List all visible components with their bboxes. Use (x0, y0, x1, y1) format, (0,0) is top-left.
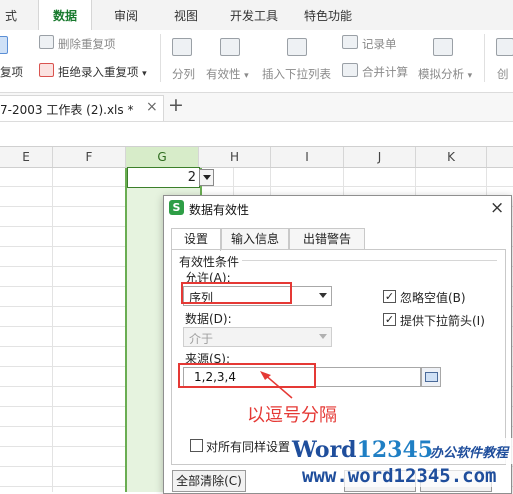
annotation-text: 以逗号分隔 (247, 405, 337, 426)
column-header-row: E F G H I J K (0, 146, 513, 168)
reject-duplicates-button[interactable]: 拒绝录入重复项 ▾ (58, 64, 147, 80)
watermark-brand-b: 12345 (356, 437, 434, 463)
record-form-button[interactable]: 记录单 (362, 36, 397, 52)
apply-all-checkbox[interactable] (190, 439, 203, 452)
dropdown-arrow-label: 提供下拉箭头(I) (400, 314, 485, 328)
wps-spreadsheet-icon: S (169, 200, 184, 215)
highlight-duplicates-button[interactable]: 复项 (0, 64, 23, 80)
tab-error-alert[interactable]: 出错警告 (289, 228, 365, 250)
column-header-g[interactable]: G (126, 147, 199, 167)
consolidate-icon (342, 63, 358, 77)
chevron-down-icon (203, 175, 211, 180)
watermark-url: www.word12345.com (302, 465, 497, 487)
simulation-button[interactable]: 模拟分析 ▾ (418, 66, 472, 82)
chevron-down-icon: ▾ (142, 69, 147, 79)
watermark-brand-a: Word (292, 437, 357, 463)
ignore-blank-checkbox[interactable]: ✓ (383, 290, 396, 303)
validity-button[interactable]: 有效性 ▾ (206, 66, 249, 82)
split-icon (172, 38, 192, 56)
record-form-icon (342, 35, 358, 49)
highlight-box (181, 282, 292, 304)
tab-settings[interactable]: 设置 (171, 228, 221, 251)
tab-partial[interactable]: 式 (0, 0, 22, 30)
remove-duplicates-icon (39, 35, 54, 49)
create-group-icon (496, 38, 513, 56)
validity-label: 有效性 (206, 67, 241, 81)
data-select[interactable]: 介于 (183, 327, 332, 347)
cell-dropdown-button[interactable] (199, 169, 214, 186)
validity-icon (220, 38, 240, 56)
apply-all-label: 对所有同样设置 (206, 440, 291, 454)
data-select-value: 介于 (189, 332, 214, 346)
watermark-logo: Word12345 办公软件教程 www.word12345.com (290, 435, 513, 492)
column-header-k[interactable]: K (416, 147, 487, 167)
close-icon[interactable]: × (490, 198, 504, 218)
watermark-brand: Word12345 (292, 437, 433, 463)
tab-data[interactable]: 数据 (38, 0, 92, 30)
create-group-button[interactable]: 创 (497, 66, 509, 82)
document-tab[interactable]: 7-2003 工作表 (2).xls * × (0, 95, 164, 121)
data-label: 数据(D): (185, 312, 232, 326)
highlight-duplicates-icon (0, 36, 8, 54)
close-icon[interactable]: × (146, 99, 158, 115)
dialog-title-bar: S 数据有效性 × (164, 196, 511, 220)
chevron-down-icon (319, 293, 327, 298)
add-tab-icon[interactable]: + (168, 94, 184, 116)
column-header-h[interactable]: H (199, 147, 271, 167)
tab-review[interactable]: 审阅 (104, 0, 148, 30)
range-picker-icon (425, 372, 438, 382)
insert-dropdown-button[interactable]: 插入下拉列表 (262, 66, 331, 82)
range-picker-button[interactable] (421, 367, 441, 387)
grid-line (52, 146, 53, 492)
simulation-icon (433, 38, 453, 56)
active-cell-value: 2 (187, 170, 196, 185)
consolidate-button[interactable]: 合并计算 (362, 64, 408, 80)
ribbon-toolbar: 复项 删除重复项 拒绝录入重复项 ▾ 分列 有效性 ▾ 插入下拉列表 记录单 合… (0, 30, 513, 93)
document-tab-bar: 7-2003 工作表 (2).xls * × + (0, 93, 513, 122)
simulation-label: 模拟分析 (418, 67, 464, 81)
tab-developer[interactable]: 开发工具 (222, 0, 286, 30)
tab-input-message[interactable]: 输入信息 (221, 228, 289, 250)
ribbon-divider (484, 34, 485, 82)
ribbon-divider (160, 34, 161, 82)
section-title: 有效性条件 (179, 255, 240, 269)
remove-duplicates-button[interactable]: 删除重复项 (58, 36, 116, 52)
ignore-blank-label: 忽略空值(B) (400, 291, 466, 305)
chevron-down-icon: ▾ (467, 71, 473, 81)
document-tab-title: 7-2003 工作表 (2).xls * (0, 103, 134, 117)
dropdown-arrow-checkbox[interactable]: ✓ (383, 313, 396, 326)
column-header-j[interactable]: J (344, 147, 416, 167)
column-header-e[interactable]: E (0, 147, 53, 167)
section-divider (242, 260, 497, 261)
chevron-down-icon (319, 334, 327, 339)
ribbon-tab-bar: 式 数据 审阅 视图 开发工具 特色功能 (0, 0, 513, 30)
annotation-arrow (260, 371, 293, 399)
clear-all-button[interactable]: 全部清除(C) (172, 470, 246, 492)
insert-dropdown-icon (287, 38, 307, 56)
watermark-tagline: 办公软件教程 (430, 446, 509, 461)
column-header-i[interactable]: I (271, 147, 344, 167)
column-header-f[interactable]: F (53, 147, 126, 167)
reject-duplicates-label: 拒绝录入重复项 (58, 65, 139, 79)
split-button[interactable]: 分列 (172, 66, 195, 82)
reject-duplicates-icon (39, 63, 54, 77)
tab-features[interactable]: 特色功能 (296, 0, 360, 30)
active-cell[interactable]: 2 (127, 167, 200, 188)
tab-view[interactable]: 视图 (164, 0, 208, 30)
dialog-title: 数据有效性 (189, 203, 250, 217)
chevron-down-icon: ▾ (244, 71, 249, 81)
